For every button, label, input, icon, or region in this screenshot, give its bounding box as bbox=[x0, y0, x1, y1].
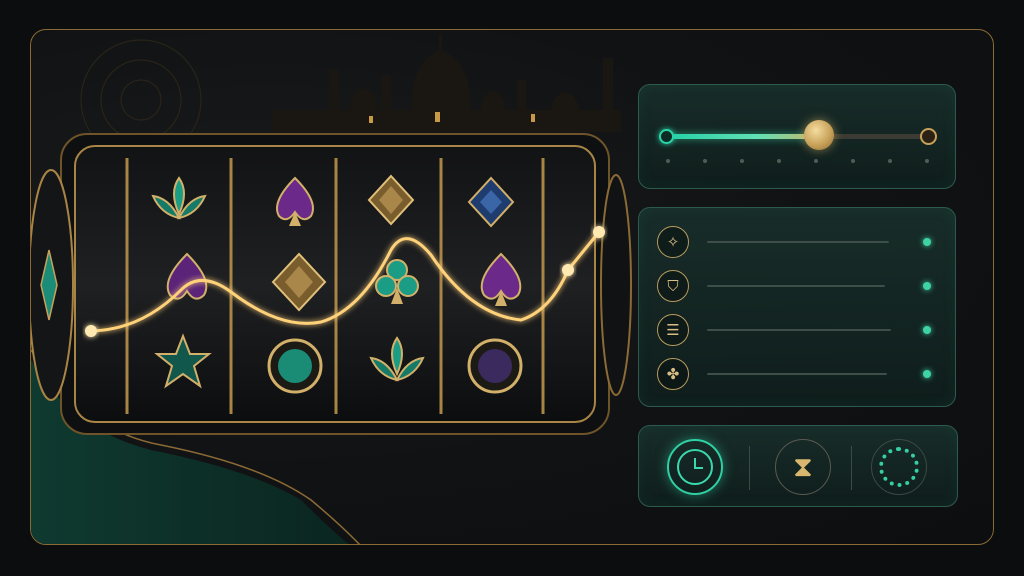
option-bar bbox=[707, 285, 885, 287]
option-row-shield[interactable]: ⛉ bbox=[657, 270, 939, 304]
bet-slider-thumb[interactable] bbox=[803, 120, 834, 150]
hourglass-button[interactable]: ⧗ bbox=[775, 439, 831, 495]
slider-tick bbox=[814, 159, 818, 163]
slider-tick bbox=[925, 159, 929, 163]
option-row-sparkle[interactable]: ✧ bbox=[657, 226, 939, 260]
slider-tick bbox=[888, 159, 892, 163]
option-status-dot bbox=[923, 238, 931, 246]
bet-slider-track[interactable] bbox=[659, 120, 937, 150]
option-bar bbox=[707, 373, 887, 375]
slider-end-knob bbox=[920, 128, 937, 145]
bet-slider-panel bbox=[638, 84, 956, 189]
spinner-icon bbox=[879, 447, 919, 487]
shield-icon: ⛉ bbox=[657, 270, 689, 302]
option-row-clover[interactable]: ✤ bbox=[657, 358, 939, 392]
symbol-teal-coin bbox=[267, 338, 323, 394]
timers-panel: ⧗ bbox=[638, 425, 958, 507]
payline-node-end bbox=[593, 226, 605, 238]
bet-slider-fill bbox=[666, 134, 819, 139]
option-status-dot bbox=[923, 370, 931, 378]
slider-tick bbox=[740, 159, 744, 163]
options-panel: ✧ ⛉ ☰ ✤ bbox=[638, 207, 956, 407]
slider-ticks bbox=[666, 159, 929, 163]
clock-button[interactable] bbox=[667, 439, 723, 495]
option-bar bbox=[707, 329, 891, 331]
spinner-button[interactable] bbox=[871, 439, 927, 495]
hourglass-icon: ⧗ bbox=[793, 450, 813, 483]
slider-tick bbox=[777, 159, 781, 163]
sparkle-icon: ✧ bbox=[657, 226, 689, 258]
slider-tick bbox=[703, 159, 707, 163]
option-bar bbox=[707, 241, 889, 243]
slider-tick bbox=[851, 159, 855, 163]
slot-reel-drum bbox=[31, 133, 632, 435]
clover-icon: ✤ bbox=[657, 358, 689, 390]
divider bbox=[851, 446, 852, 490]
payline-node-start bbox=[85, 325, 97, 337]
option-status-dot bbox=[923, 282, 931, 290]
coin-stack-icon: ☰ bbox=[657, 314, 689, 346]
skyline-silhouette bbox=[271, 35, 621, 132]
option-row-coins[interactable]: ☰ bbox=[657, 314, 939, 348]
game-frame: ✧ ⛉ ☰ ✤ ⧗ bbox=[30, 29, 994, 545]
slider-start-knob bbox=[659, 129, 674, 144]
option-status-dot bbox=[923, 326, 931, 334]
symbol-purple-coin bbox=[467, 338, 523, 394]
slider-tick bbox=[666, 159, 670, 163]
divider bbox=[749, 446, 750, 490]
payline-node-mid bbox=[562, 264, 574, 276]
clock-icon bbox=[677, 449, 713, 485]
